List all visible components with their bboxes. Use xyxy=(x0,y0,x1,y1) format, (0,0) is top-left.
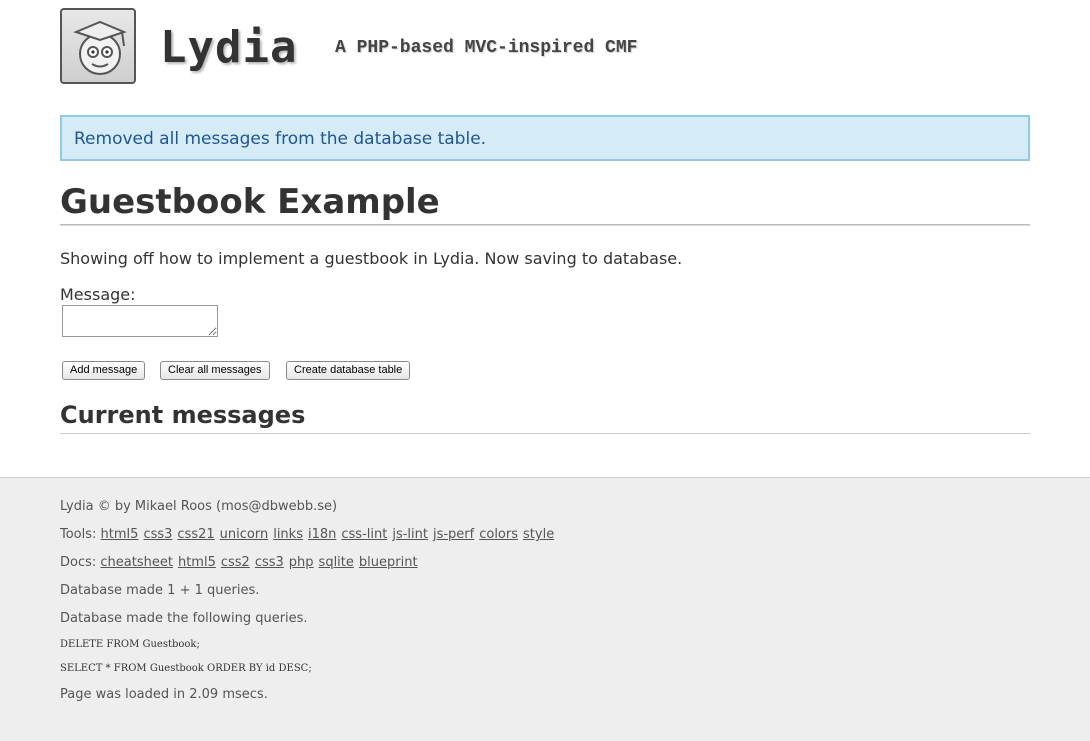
db-query-line: SELECT * FROM Guestbook ORDER BY id DESC… xyxy=(60,663,312,674)
tool-link-css-lint[interactable]: css-lint xyxy=(341,527,387,542)
doc-link-cheatsheet[interactable]: cheatsheet xyxy=(100,555,173,570)
message-textarea[interactable] xyxy=(62,305,218,337)
footer-tools: Tools: html5 css3 css21 unicorn links i18n css… xyxy=(60,527,559,542)
tool-link-i18n[interactable]: i18n xyxy=(308,527,336,542)
tool-link-js-perf[interactable]: js-perf xyxy=(433,527,474,542)
page-load-time: Page was loaded in 2.09 msecs. xyxy=(60,687,268,702)
doc-link-sqlite[interactable]: sqlite xyxy=(319,555,354,570)
intro-text: Showing off how to implement a guestbook… xyxy=(60,249,683,268)
docs-label: Docs: xyxy=(60,555,97,570)
add-message-button[interactable]: Add message xyxy=(62,361,146,380)
footer-copyright: Lydia © by Mikael Roos (mos@dbwebb.se) xyxy=(60,499,338,514)
doc-link-blueprint[interactable]: blueprint xyxy=(359,555,418,570)
site-logo[interactable] xyxy=(60,8,136,84)
create-database-table-button[interactable]: Create database table xyxy=(286,361,411,380)
tool-link-unicorn[interactable]: unicorn xyxy=(220,527,269,542)
db-query-list-label: Database made the following queries. xyxy=(60,611,308,626)
tool-link-css3[interactable]: css3 xyxy=(143,527,172,542)
clear-all-messages-button[interactable]: Clear all messages xyxy=(160,361,270,380)
db-query-line: DELETE FROM Guestbook; xyxy=(60,639,200,650)
footer: Lydia © by Mikael Roos (mos@dbwebb.se) T… xyxy=(0,477,1090,741)
db-query-count: Database made 1 + 1 queries. xyxy=(60,583,260,598)
doc-link-html5[interactable]: html5 xyxy=(178,555,216,570)
messages-divider xyxy=(60,433,1030,434)
tool-link-links[interactable]: links xyxy=(273,527,303,542)
flash-notice: Removed all messages from the database t… xyxy=(60,115,1030,161)
current-messages-heading: Current messages xyxy=(60,401,306,429)
doc-link-php[interactable]: php xyxy=(289,555,314,570)
tools-label: Tools: xyxy=(60,527,97,542)
graduate-face-icon xyxy=(73,20,127,75)
tool-link-js-lint[interactable]: js-lint xyxy=(392,527,428,542)
page: Lydia A PHP-based MVC-inspired CMF Remov… xyxy=(0,0,1090,741)
tool-link-html5[interactable]: html5 xyxy=(101,527,139,542)
tool-link-style[interactable]: style xyxy=(523,527,554,542)
footer-docs: Docs: cheatsheet html5 css2 css3 php sqlite bl… xyxy=(60,555,423,570)
page-title: Guestbook Example xyxy=(60,182,440,222)
site-title[interactable]: Lydia xyxy=(160,22,297,73)
title-divider xyxy=(60,224,1030,226)
site-slogan: A PHP-based MVC-inspired CMF xyxy=(335,38,638,58)
doc-link-css2[interactable]: css2 xyxy=(221,555,250,570)
flash-notice-text: Removed all messages from the database t… xyxy=(74,129,487,149)
tool-link-colors[interactable]: colors xyxy=(479,527,518,542)
tool-link-css21[interactable]: css21 xyxy=(177,527,214,542)
message-label: Message: xyxy=(60,285,136,304)
doc-link-css3[interactable]: css3 xyxy=(255,555,284,570)
